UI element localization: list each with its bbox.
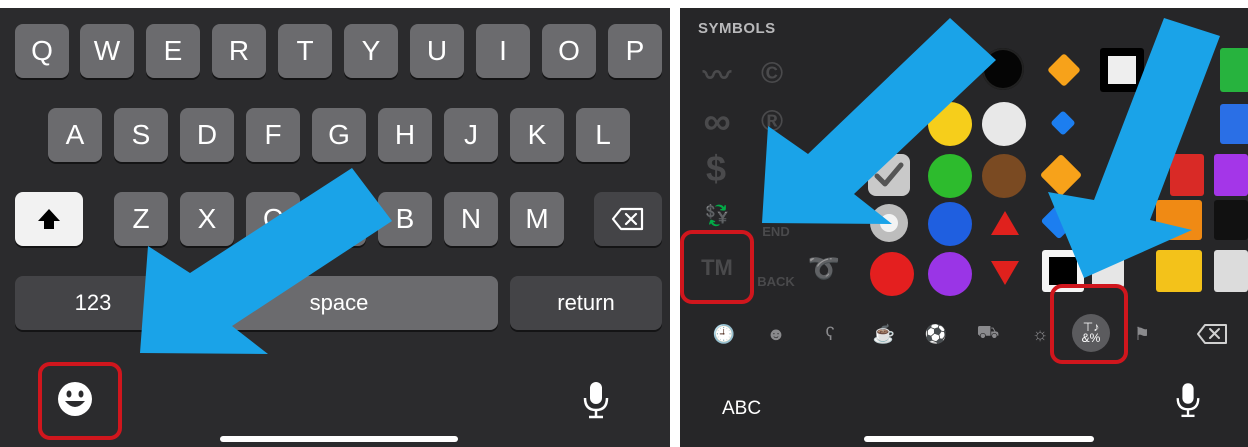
- key-o[interactable]: O: [542, 24, 596, 78]
- key-v[interactable]: V: [312, 192, 366, 246]
- emoji-highlight-box: [38, 362, 122, 440]
- red-triangle-down-emoji[interactable]: [988, 258, 1022, 288]
- numbers-key[interactable]: 123: [15, 276, 171, 330]
- key-x[interactable]: X: [180, 192, 234, 246]
- dictation-button[interactable]: [576, 378, 616, 422]
- key-y[interactable]: Y: [344, 24, 398, 78]
- clock-icon: 🕘: [712, 323, 736, 344]
- infinity-symbol[interactable]: ∞: [694, 100, 740, 144]
- key-h[interactable]: H: [378, 108, 432, 162]
- red-triangle-up-emoji[interactable]: [988, 208, 1022, 238]
- brown-circle-emoji[interactable]: [982, 154, 1026, 198]
- backspace-icon: [611, 207, 644, 231]
- green-square-emoji[interactable]: [1220, 48, 1248, 92]
- space-bar[interactable]: space: [180, 276, 498, 330]
- emoji-keyboard-panel: SYMBOLS 〰 © ∞ ® $ 💱 END BACK TM ➰ 🕘 ☻ ʕ …: [680, 8, 1248, 447]
- key-c[interactable]: C: [246, 192, 300, 246]
- shift-arrow-icon: [38, 209, 60, 229]
- backspace-icon: [1197, 324, 1227, 344]
- bear-icon: ʕ: [825, 323, 835, 344]
- white-circle-emoji[interactable]: [982, 102, 1026, 146]
- key-s[interactable]: S: [114, 108, 168, 162]
- home-indicator: [220, 436, 458, 442]
- blue-circle-emoji[interactable]: [928, 202, 972, 246]
- bulb-icon: ☼: [1031, 323, 1049, 344]
- key-t[interactable]: T: [278, 24, 332, 78]
- shift-key[interactable]: [15, 192, 83, 246]
- white-square-button-emoji[interactable]: [1100, 48, 1144, 92]
- key-n[interactable]: N: [444, 192, 498, 246]
- home-indicator: [864, 436, 1094, 442]
- key-z[interactable]: Z: [114, 192, 168, 246]
- symbols-highlight-box: [1050, 284, 1128, 364]
- radio-button-emoji[interactable]: [870, 204, 908, 242]
- key-r[interactable]: R: [212, 24, 266, 78]
- wavy-dash-symbol[interactable]: 〰: [694, 54, 740, 94]
- check-box-emoji[interactable]: [868, 154, 910, 196]
- large-orange-diamond-emoji[interactable]: [1039, 153, 1083, 197]
- green-circle-emoji[interactable]: [928, 154, 972, 198]
- category-food[interactable]: ☕: [870, 320, 898, 348]
- key-j[interactable]: J: [444, 108, 498, 162]
- key-q[interactable]: Q: [15, 24, 69, 78]
- currency-exchange-symbol[interactable]: 💱: [694, 198, 740, 232]
- yellow-circle-emoji[interactable]: [928, 102, 972, 146]
- white-large-square-emoji[interactable]: [1214, 250, 1248, 292]
- key-u[interactable]: U: [410, 24, 464, 78]
- dollar-symbol[interactable]: $: [698, 146, 734, 192]
- blue-square-emoji[interactable]: [1220, 104, 1248, 144]
- end-arrow-symbol[interactable]: END: [754, 222, 798, 240]
- microphone-icon: [1176, 383, 1200, 418]
- key-b[interactable]: B: [378, 192, 432, 246]
- key-l[interactable]: L: [576, 108, 630, 162]
- orange-diamond-emoji[interactable]: [1047, 53, 1081, 87]
- orange-square-emoji[interactable]: [1156, 200, 1202, 240]
- key-m[interactable]: M: [510, 192, 564, 246]
- yellow-square-emoji[interactable]: [1156, 250, 1202, 292]
- curly-loop-symbol[interactable]: ➰: [804, 248, 844, 288]
- category-activity[interactable]: ⚽: [922, 320, 950, 348]
- category-recent[interactable]: 🕘: [710, 320, 738, 348]
- category-travel[interactable]: ⛟: [974, 320, 1002, 348]
- keyboard-panel: Q W E R T Y U I O P A S D F G H J K L Z …: [0, 8, 670, 447]
- small-blue-diamond-emoji[interactable]: [1050, 110, 1076, 136]
- purple-square-emoji[interactable]: [1214, 154, 1248, 196]
- category-smileys[interactable]: ☻: [762, 320, 790, 348]
- category-flags[interactable]: ⚑: [1128, 320, 1156, 348]
- registered-symbol[interactable]: ®: [752, 102, 792, 142]
- section-title: SYMBOLS: [698, 20, 776, 37]
- delete-key[interactable]: [594, 192, 662, 246]
- back-arrow-symbol[interactable]: BACK: [754, 272, 798, 290]
- key-a[interactable]: A: [48, 108, 102, 162]
- food-icon: ☕: [872, 323, 896, 344]
- microphone-icon: [583, 382, 609, 419]
- key-g[interactable]: G: [312, 108, 366, 162]
- purple-circle-emoji[interactable]: [928, 252, 972, 296]
- large-blue-diamond-emoji[interactable]: [1040, 202, 1078, 240]
- dictation-button[interactable]: [1170, 378, 1206, 422]
- emoji-delete-key[interactable]: [1194, 320, 1230, 348]
- tm-highlight-box: [680, 230, 754, 304]
- copyright-symbol[interactable]: ©: [752, 54, 792, 94]
- key-i[interactable]: I: [476, 24, 530, 78]
- ball-icon: ⚽: [924, 323, 948, 344]
- abc-key[interactable]: ABC: [722, 398, 761, 420]
- key-w[interactable]: W: [80, 24, 134, 78]
- key-k[interactable]: K: [510, 108, 564, 162]
- smiley-icon: ☻: [766, 323, 786, 344]
- category-animals[interactable]: ʕ: [816, 320, 844, 348]
- key-p[interactable]: P: [608, 24, 662, 78]
- flag-icon: ⚑: [1133, 323, 1151, 344]
- black-circle-emoji[interactable]: [982, 48, 1024, 90]
- return-key[interactable]: return: [510, 276, 662, 330]
- key-f[interactable]: F: [246, 108, 300, 162]
- key-d[interactable]: D: [180, 108, 234, 162]
- red-circle-emoji[interactable]: [870, 252, 914, 296]
- red-square-emoji[interactable]: [1170, 154, 1204, 196]
- car-icon: ⛟: [976, 322, 1000, 342]
- key-e[interactable]: E: [146, 24, 200, 78]
- black-square-emoji[interactable]: [1214, 200, 1248, 240]
